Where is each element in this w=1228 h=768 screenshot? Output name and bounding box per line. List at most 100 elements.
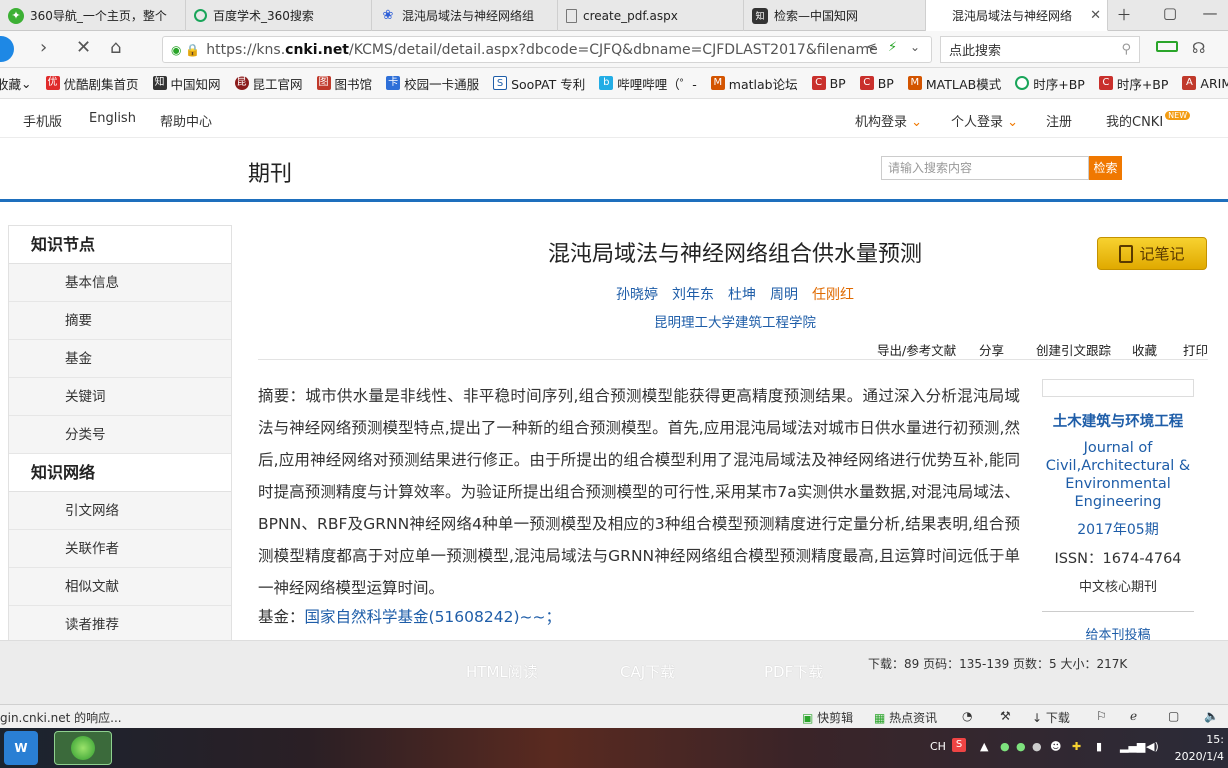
quick-clip-button[interactable]: ▣ 快剪辑 bbox=[802, 709, 853, 726]
stop-icon[interactable]: ✕ bbox=[76, 37, 91, 58]
bookmark-item[interactable]: C BP bbox=[859, 76, 894, 91]
close-tab-icon[interactable]: ✕ bbox=[1090, 8, 1101, 23]
back-icon[interactable] bbox=[0, 36, 14, 62]
journal-name-link[interactable]: 土木建筑与环境工程 bbox=[1042, 410, 1194, 431]
bookmark-item[interactable]: 时序+BP bbox=[1015, 74, 1085, 93]
help-link[interactable]: 帮助中心 bbox=[160, 111, 212, 130]
site-search-input[interactable]: 请输入搜索内容 bbox=[881, 156, 1089, 180]
battery-icon[interactable] bbox=[1156, 41, 1178, 52]
sidebar-item-related-authors[interactable]: 关联作者 bbox=[9, 530, 231, 568]
register-link[interactable]: 注册 bbox=[1046, 111, 1072, 130]
affiliation-link[interactable]: 昆明理工大学建筑工程学院 bbox=[560, 311, 910, 331]
url-input[interactable]: ◉ 🔒 https://kns. cnki.net/KCMS/detail/det… bbox=[162, 36, 932, 63]
export-references-link[interactable]: 导出/参考文献 bbox=[877, 340, 956, 359]
restore-window-icon[interactable]: ▢ bbox=[1158, 4, 1182, 22]
personal-login-link[interactable]: 个人登录 ⌄ bbox=[951, 111, 1018, 130]
360-browser-taskbar-icon[interactable] bbox=[54, 731, 112, 765]
volume-tray-icon[interactable]: ◀) bbox=[1146, 740, 1159, 753]
forward-icon[interactable]: › bbox=[40, 37, 47, 58]
sidebar-item-basic-info[interactable]: 基本信息 bbox=[9, 264, 231, 302]
bookmark-item[interactable]: 卡校园一卡通服 bbox=[386, 74, 479, 93]
browser-tab[interactable]: 百度学术_360搜索 bbox=[186, 0, 372, 31]
qq-icon[interactable]: ☻ bbox=[1050, 740, 1061, 753]
bookmark-item[interactable]: AARIMA bbox=[1182, 76, 1228, 91]
flag-icon[interactable]: ⚐ bbox=[1096, 709, 1107, 723]
browser-tab[interactable]: create_pdf.aspx bbox=[558, 0, 744, 31]
sidebar-item-reader-recommend[interactable]: 读者推荐 bbox=[9, 606, 231, 644]
sidebar-item-abstract[interactable]: 摘要 bbox=[9, 302, 231, 340]
html-read-button[interactable]: HTML阅读 bbox=[466, 661, 538, 682]
bookmark-item[interactable]: S SooPAT 专利 bbox=[493, 74, 585, 93]
battery-tray-icon[interactable]: ▮ bbox=[1096, 740, 1102, 753]
take-note-button[interactable]: 记笔记 bbox=[1097, 237, 1207, 270]
sogou-icon[interactable]: S bbox=[952, 738, 966, 752]
matlab-icon: M bbox=[907, 76, 922, 90]
bookmark-item[interactable]: 图图书馆 bbox=[316, 74, 372, 93]
author-link[interactable]: 孙晓婷 bbox=[616, 284, 658, 304]
author-link[interactable]: 任刚红 bbox=[812, 284, 854, 304]
wechat-icon[interactable]: ● bbox=[1016, 740, 1026, 753]
sidebar-item-citation-network[interactable]: 引文网络 bbox=[9, 492, 231, 530]
headphones-icon[interactable]: ☊ bbox=[1192, 39, 1205, 57]
minimize-window-icon[interactable]: — bbox=[1198, 4, 1222, 22]
author-link[interactable]: 刘年东 bbox=[672, 284, 714, 304]
tray-app-icon[interactable]: ✚ bbox=[1072, 740, 1081, 753]
citation-tracking-link[interactable]: 创建引文跟踪 bbox=[1036, 340, 1111, 359]
browser-tab[interactable]: ✦ 360导航_一个主页，整个 bbox=[0, 0, 186, 31]
sidebar-item-similar-docs[interactable]: 相似文献 bbox=[9, 568, 231, 606]
ie-icon[interactable]: ℯ bbox=[1130, 709, 1137, 723]
bookmark-item[interactable]: C 时序+BP bbox=[1098, 74, 1168, 93]
tray-app-icon[interactable]: ● bbox=[1000, 740, 1010, 753]
clean-icon[interactable]: ⚒ bbox=[1000, 709, 1011, 723]
volume-icon[interactable]: 🔈 bbox=[1204, 709, 1219, 723]
home-icon[interactable]: ⌂ bbox=[110, 37, 121, 58]
author-link[interactable]: 杜坤 bbox=[728, 284, 756, 304]
wps-icon[interactable]: W bbox=[4, 731, 38, 765]
tray-app-icon[interactable]: ● bbox=[1032, 740, 1042, 753]
pdf-download-button[interactable]: PDF下载 bbox=[764, 661, 823, 682]
sidebar-item-keywords[interactable]: 关键词 bbox=[9, 378, 231, 416]
tray-up-icon[interactable]: ▲ bbox=[980, 740, 988, 753]
chevron-down-icon[interactable]: ⌄ bbox=[910, 40, 920, 54]
bookmark-item[interactable]: 优优酷剧集首页 bbox=[45, 74, 139, 93]
network-icon[interactable]: ▂▄▆ bbox=[1120, 740, 1145, 753]
share-link[interactable]: 分享 bbox=[979, 340, 1004, 359]
browser-tab[interactable]: 知 检索—中国知网 bbox=[744, 0, 926, 31]
my-cnki-link[interactable]: 我的CNKI NEW bbox=[1106, 111, 1191, 130]
ime-indicator[interactable]: CH bbox=[930, 740, 946, 753]
bookmark-item[interactable]: 收藏 ⌄ bbox=[0, 74, 32, 93]
bookmark-item[interactable]: M MATLAB模式 bbox=[907, 74, 1001, 93]
lightning-icon[interactable]: ⚡ bbox=[888, 40, 897, 55]
speed-icon[interactable]: ◔ bbox=[962, 709, 972, 723]
bookmark-item[interactable]: 知中国知网 bbox=[152, 74, 221, 93]
browser-search-input[interactable]: 点此搜索 ⚲ bbox=[940, 36, 1140, 63]
browser-tab-active[interactable]: 混沌局域法与神经网络 ✕ bbox=[926, 0, 1108, 31]
journal-english-name[interactable]: Journal of Civil,Architectural & Environ… bbox=[1042, 439, 1194, 511]
new-tab-icon[interactable]: ＋ bbox=[1112, 4, 1136, 25]
english-link[interactable]: English bbox=[89, 111, 136, 126]
system-clock[interactable]: 15: 2020/1/4 bbox=[1175, 731, 1224, 765]
sidebar-item-classification[interactable]: 分类号 bbox=[9, 416, 231, 454]
share-icon[interactable]: ⋖ bbox=[866, 40, 877, 55]
bookmark-item[interactable]: b 哔哩哔哩（゜- bbox=[599, 74, 697, 93]
search-icon[interactable]: ⚲ bbox=[1121, 42, 1131, 57]
fund-link[interactable]: 国家自然科学基金(51608242)~~； bbox=[305, 608, 561, 626]
status-text: gin.cnki.net 的响应... bbox=[0, 711, 122, 725]
journal-issue-link[interactable]: 2017年05期 bbox=[1042, 519, 1194, 539]
hot-news-button[interactable]: ▦ 热点资讯 bbox=[874, 709, 937, 726]
favorite-link[interactable]: 收藏 bbox=[1132, 340, 1157, 359]
window-icon[interactable]: ▢ bbox=[1168, 709, 1179, 723]
bookmark-item[interactable]: 昆昆工官网 bbox=[234, 74, 303, 93]
download-bar: HTML阅读 CAJ下载 PDF下载 下载：89 页码：135-139 页数：5… bbox=[0, 640, 1228, 704]
download-button[interactable]: ↓ 下载 bbox=[1032, 709, 1070, 726]
institution-login-link[interactable]: 机构登录 ⌄ bbox=[855, 111, 922, 130]
mobile-link[interactable]: 手机版 bbox=[23, 111, 62, 130]
caj-download-button[interactable]: CAJ下载 bbox=[620, 661, 675, 682]
site-search-button[interactable]: 检索 bbox=[1089, 156, 1122, 180]
bookmark-item[interactable]: C BP bbox=[811, 76, 846, 91]
author-link[interactable]: 周明 bbox=[770, 284, 798, 304]
sidebar-item-fund[interactable]: 基金 bbox=[9, 340, 231, 378]
browser-tab[interactable]: ❀ 混沌局域法与神经网络组 bbox=[372, 0, 558, 31]
print-link[interactable]: 打印 bbox=[1183, 340, 1208, 359]
bookmark-item[interactable]: Mmatlab论坛 bbox=[710, 74, 798, 93]
